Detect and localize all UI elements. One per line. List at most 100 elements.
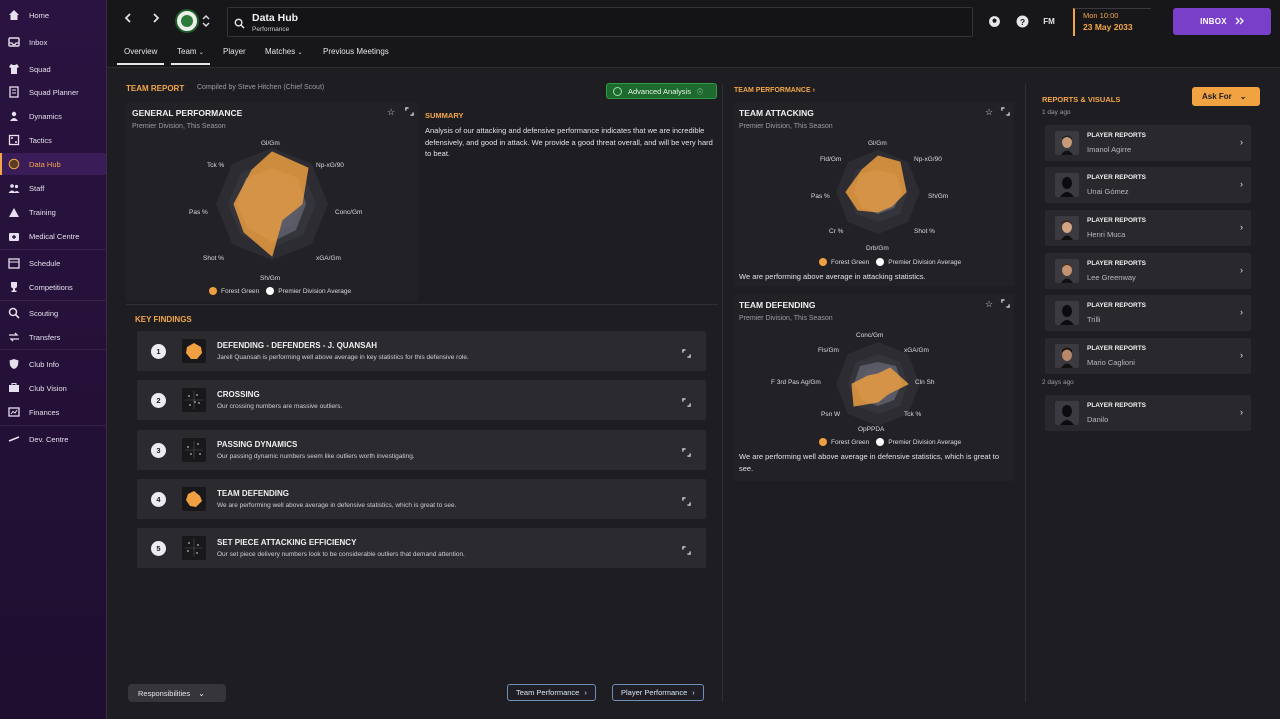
- finding-number: 3: [151, 443, 166, 458]
- ask-for-button[interactable]: Ask For ⌄: [1192, 87, 1260, 106]
- forward-button[interactable]: [150, 12, 166, 28]
- sidebar-item-staff[interactable]: Staff: [0, 177, 106, 199]
- team-performance-button[interactable]: Team Performance ›: [507, 684, 596, 701]
- tab-label: Player: [223, 47, 246, 56]
- expand-icon[interactable]: [404, 107, 414, 117]
- finding-item[interactable]: 4 TEAM DEFENDING We are performing well …: [137, 479, 706, 519]
- star-icon[interactable]: ☆: [386, 107, 396, 117]
- report-item[interactable]: PLAYER REPORTS Unai Gómez ›: [1045, 167, 1251, 203]
- finding-item[interactable]: 5 SET PIECE ATTACKING EFFICIENCY Our set…: [137, 528, 706, 568]
- reports-heading: REPORTS & VISUALS: [1042, 95, 1121, 104]
- chevron-down-icon: ⌄: [297, 50, 303, 56]
- team-performance-heading-label: TEAM PERFORMANCE: [734, 87, 811, 94]
- finding-item[interactable]: 1 DEFENDING - DEFENDERS - J. QUANSAH Jar…: [137, 331, 706, 371]
- sidebar-item-home[interactable]: Home: [0, 4, 106, 26]
- sidebar-item-medical-centre[interactable]: Medical Centre: [0, 225, 106, 247]
- sidebar-item-scouting[interactable]: Scouting: [0, 302, 106, 324]
- sidebar-item-schedule[interactable]: Schedule: [0, 252, 106, 274]
- advanced-analysis-button[interactable]: Advanced Analysis ⓘ: [606, 83, 717, 99]
- finding-item[interactable]: 3 PASSING DYNAMICS Our passing dynamic n…: [137, 430, 706, 470]
- team-defending-panel: TEAM DEFENDING Premier Division, This Se…: [734, 294, 1014, 481]
- staff-icon: [7, 181, 21, 195]
- axis-label: xGA/Gm: [316, 255, 341, 262]
- axis-label: Pas %: [811, 193, 830, 200]
- report-item[interactable]: PLAYER REPORTS Henri Muca ›: [1045, 210, 1251, 246]
- team-performance-heading[interactable]: TEAM PERFORMANCE ›: [734, 87, 815, 94]
- axis-label: Np-xG/90: [316, 162, 344, 169]
- tab-matches[interactable]: Matches ⌄: [265, 47, 303, 65]
- sidebar-item-tactics[interactable]: Tactics: [0, 129, 106, 151]
- expand-icon[interactable]: [682, 542, 692, 555]
- team-attacking-panel: TEAM ATTACKING Premier Division, This Se…: [734, 102, 1014, 286]
- sidebar-item-data-hub[interactable]: Data Hub: [0, 153, 106, 175]
- axis-label: xGA/Gm: [904, 347, 929, 354]
- tab-team[interactable]: Team ⌄: [171, 47, 210, 65]
- sidebar-item-squad-planner[interactable]: Squad Planner: [0, 81, 106, 103]
- sidebar-item-transfers[interactable]: Transfers: [0, 326, 106, 348]
- tab-overview[interactable]: Overview: [117, 47, 165, 65]
- tab-label: Previous Meetings: [323, 47, 389, 56]
- sidebar-item-training[interactable]: Training: [0, 201, 106, 223]
- sidebar-item-dynamics[interactable]: Dynamics: [0, 105, 106, 127]
- sidebar-item-squad[interactable]: Squad: [0, 58, 106, 80]
- report-item[interactable]: PLAYER REPORTS Imanol Agirre ›: [1045, 125, 1251, 161]
- legend-label: Forest Green: [831, 258, 870, 266]
- finding-title: CROSSING: [217, 390, 260, 399]
- player-performance-label: Player Performance: [621, 688, 688, 697]
- tab-player[interactable]: Player: [223, 47, 246, 65]
- expand-icon[interactable]: [1000, 299, 1010, 309]
- tab-label: Matches: [265, 47, 296, 56]
- sidebar-item-finances[interactable]: Finances: [0, 401, 106, 423]
- report-item[interactable]: PLAYER REPORTS Danilo ›: [1045, 395, 1251, 431]
- inbox-button[interactable]: INBOX: [1173, 8, 1271, 35]
- general-radar-chart: [216, 148, 328, 260]
- chevron-down-icon: ⌄: [198, 50, 204, 56]
- finding-item[interactable]: 2 CROSSING Our crossing numbers are mass…: [137, 380, 706, 420]
- star-icon[interactable]: ☆: [984, 299, 994, 309]
- sidebar-item-club-info[interactable]: Club Info: [0, 353, 106, 375]
- sidebar-item-label: Inbox: [29, 37, 48, 47]
- date-display[interactable]: Mon 10:00 23 May 2033: [1073, 8, 1151, 36]
- axis-label: Cr %: [829, 228, 844, 235]
- finding-description: We are performing well above average in …: [217, 502, 457, 509]
- scatter-thumbnail-icon: [182, 438, 206, 462]
- ball-icon[interactable]: [987, 14, 1001, 28]
- search-box[interactable]: Data Hub Performance: [227, 7, 973, 37]
- legend-label: Premier Division Average: [278, 287, 352, 295]
- star-icon[interactable]: ☆: [984, 107, 994, 117]
- expand-icon[interactable]: [682, 345, 692, 358]
- axis-label: Tck %: [207, 162, 225, 169]
- sidebar-item-label: Dev. Centre: [29, 434, 69, 444]
- sidebar-item-inbox[interactable]: Inbox: [0, 31, 106, 53]
- shirt-icon: [7, 62, 21, 76]
- report-item[interactable]: PLAYER REPORTS Lee Greenway ›: [1045, 253, 1251, 289]
- legend-label: Forest Green: [221, 287, 260, 295]
- double-chevron-icon: [1235, 17, 1244, 27]
- expand-icon[interactable]: [682, 444, 692, 457]
- inbox-icon: [7, 35, 21, 49]
- sidebar-item-club-vision[interactable]: Club Vision: [0, 377, 106, 399]
- legend-swatch-average: [266, 287, 275, 295]
- tab-previous-meetings[interactable]: Previous Meetings: [323, 47, 389, 65]
- expand-icon[interactable]: [682, 394, 692, 407]
- report-item[interactable]: PLAYER REPORTS Mario Caglioni ›: [1045, 338, 1251, 374]
- fm-logo[interactable]: FM: [1042, 14, 1056, 28]
- chevron-right-icon: ›: [1240, 179, 1243, 189]
- help-icon[interactable]: ?: [1015, 14, 1029, 28]
- expand-icon[interactable]: [682, 493, 692, 506]
- player-performance-button[interactable]: Player Performance ›: [612, 684, 704, 701]
- report-item[interactable]: PLAYER REPORTS Trilli ›: [1045, 295, 1251, 331]
- club-crest[interactable]: [175, 9, 199, 33]
- sidebar-item-competitions[interactable]: Competitions: [0, 276, 106, 298]
- report-title: PLAYER REPORTS: [1087, 174, 1146, 181]
- expand-icon[interactable]: [1000, 107, 1010, 117]
- sidebar-item-dev-centre[interactable]: Dev. Centre: [0, 428, 106, 450]
- responsibilities-button[interactable]: Responsibilities ⌄: [128, 684, 226, 702]
- axis-label: Sh/Gm: [260, 275, 281, 282]
- sidebar-item-label: Schedule: [29, 258, 61, 268]
- scatter-thumbnail-icon: [182, 536, 206, 560]
- club-switch-icon[interactable]: [202, 13, 210, 29]
- group-label: 1 day ago: [1042, 109, 1071, 116]
- axis-label: Shot %: [914, 228, 935, 235]
- back-button[interactable]: [122, 12, 138, 28]
